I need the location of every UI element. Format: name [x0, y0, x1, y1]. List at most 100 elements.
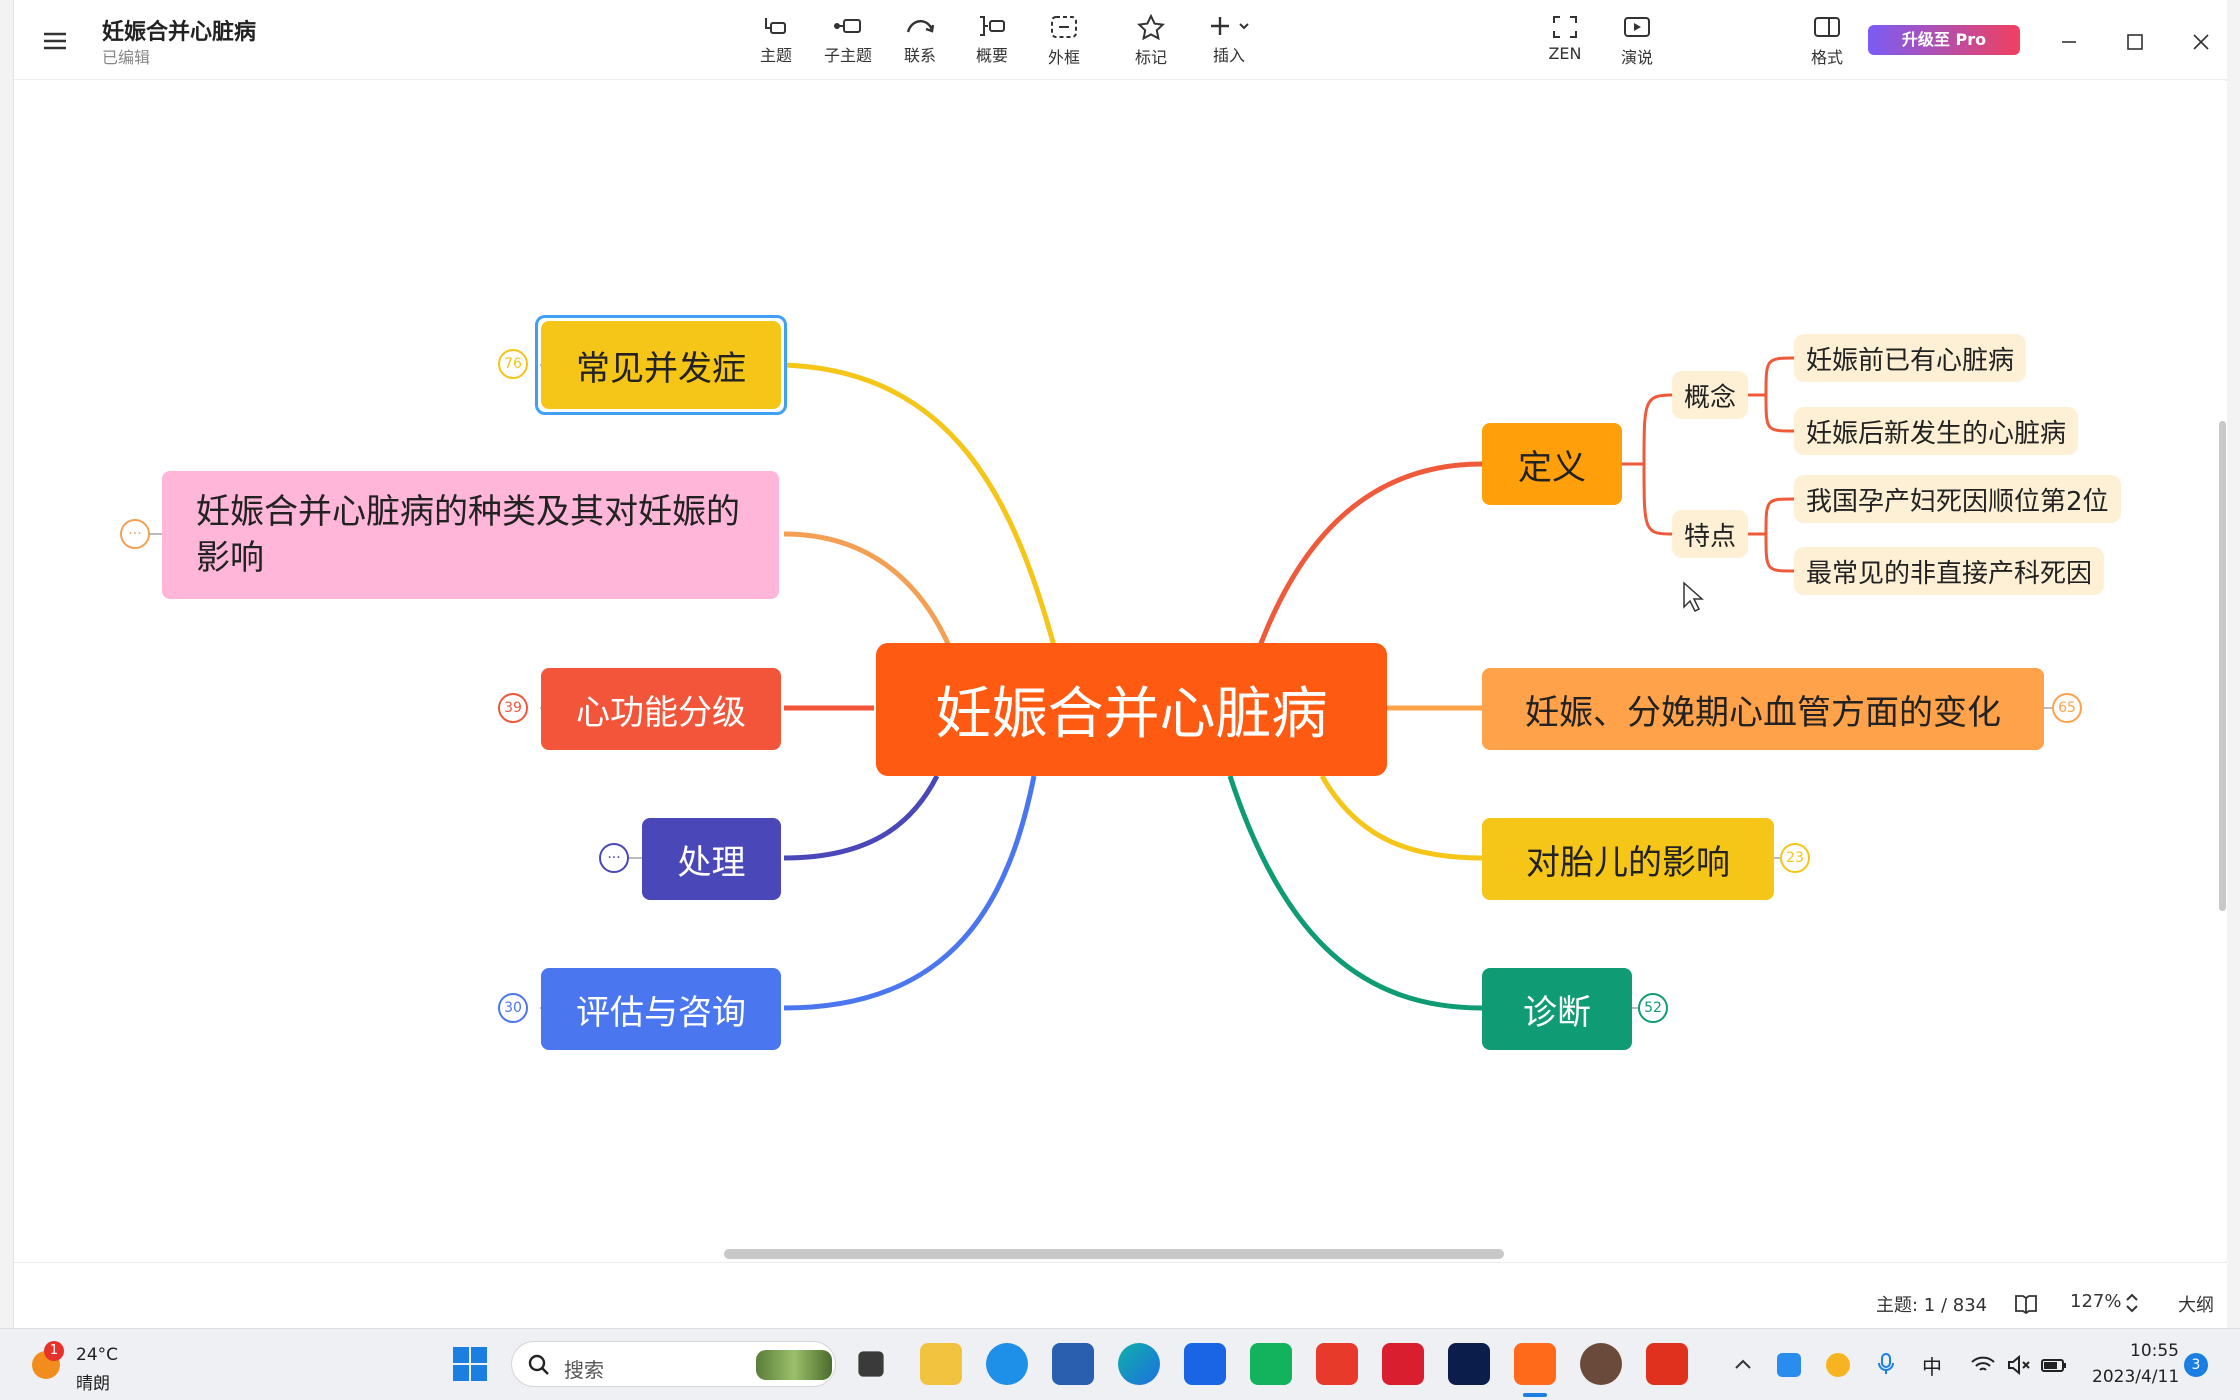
collapse-badge[interactable]: 23 [1780, 843, 1810, 873]
zoom-level[interactable]: 127% [2070, 1291, 2121, 1312]
start-button[interactable] [449, 1343, 491, 1385]
doc-title[interactable]: 妊娠合并心脏病 [102, 14, 256, 46]
notification-badge[interactable]: 3 [2184, 1353, 2208, 1377]
avatar[interactable] [1580, 1343, 1622, 1385]
collapse-badge[interactable]: 30 [498, 993, 528, 1023]
topic-label: 妊娠合并心脏病的种类及其对妊娠的影响 [196, 492, 740, 578]
expand-badge[interactable]: ··· [120, 519, 150, 549]
maximize-button[interactable] [2115, 22, 2155, 62]
leaf-topic[interactable]: 妊娠前已有心脏病 [1794, 334, 2027, 382]
subtopic-label: 概念 [1684, 382, 1737, 413]
topic-definition[interactable]: 定义 [1482, 423, 1622, 505]
hamburger-icon [44, 32, 66, 50]
file-explorer-icon[interactable] [920, 1343, 962, 1385]
collapse-badge[interactable]: 65 [2052, 693, 2082, 723]
zen-label: ZEN [1548, 44, 1582, 63]
toolbar: 妊娠合并心脏病 已编辑 主题 子主题 联系 概要 外框 标记 插入 ZEN 演说… [14, 0, 2227, 80]
weather-temp: 24°C [76, 1345, 119, 1365]
subtopic-label: 子主题 [823, 46, 872, 65]
topic-diagnosis[interactable]: 诊断 [1482, 968, 1632, 1050]
topic-counter: 主题: 1 / 834 [1876, 1295, 1988, 1316]
boundary-button[interactable]: 外框 [1029, 10, 1099, 72]
boundary-icon [1051, 16, 1077, 38]
microphone-icon[interactable] [1874, 1351, 1898, 1377]
topic-label: 处理 [677, 842, 746, 883]
outline-button[interactable]: 大纲 [2178, 1291, 2214, 1317]
ime-indicator[interactable]: 中 [1922, 1351, 1942, 1380]
qq-icon[interactable] [1826, 1353, 1850, 1377]
minimize-button[interactable] [2049, 22, 2089, 62]
edge-icon[interactable] [1118, 1343, 1160, 1385]
insert-button[interactable]: 插入 [1194, 10, 1264, 72]
relation-button[interactable]: 联系 [885, 10, 955, 72]
taskbar-search[interactable]: 搜索 [511, 1341, 836, 1387]
leaf-topic[interactable]: 妊娠后新发生的心脏病 [1794, 407, 2079, 455]
task-view-icon[interactable] [858, 1351, 884, 1377]
minimize-icon [2062, 41, 2076, 43]
topic-label: 主题 [759, 46, 792, 65]
maximize-icon [2127, 34, 2143, 50]
relation-label: 联系 [903, 46, 936, 65]
topic-types-and-effects[interactable]: 妊娠合并心脏病的种类及其对妊娠的影响 [162, 471, 779, 599]
wifi-icon[interactable] [1970, 1353, 1996, 1377]
topic-assessment-consultation[interactable]: 评估与咨询 [541, 968, 781, 1050]
music-icon[interactable] [1382, 1343, 1424, 1385]
xmind-icon[interactable] [1514, 1343, 1556, 1385]
subtopic-icon [834, 19, 861, 33]
browser-e-icon[interactable] [986, 1343, 1028, 1385]
close-button[interactable] [2181, 22, 2221, 62]
menu-button[interactable] [38, 24, 72, 58]
mindmap-canvas[interactable]: 妊娠合并心脏病 常见并发症 76 妊娠合并心脏病的种类及其对妊娠的影响 ··· … [14, 81, 2227, 1261]
marker-button[interactable]: 标记 [1116, 10, 1186, 72]
search-icon [528, 1354, 549, 1375]
photoshop-icon[interactable] [1448, 1343, 1490, 1385]
format-button[interactable]: 格式 [1792, 10, 1862, 72]
topic-cardiac-function-grading[interactable]: 心功能分级 [541, 668, 781, 750]
screen-recorder-icon[interactable] [1646, 1343, 1688, 1385]
vertical-scroll-thumb[interactable] [2219, 421, 2226, 911]
wps-icon[interactable] [1316, 1343, 1358, 1385]
leaf-topic[interactable]: 最常见的非直接产科死因 [1794, 547, 2105, 595]
battery-icon[interactable] [2040, 1353, 2068, 1377]
marker-label: 标记 [1134, 48, 1167, 67]
shopping-bag-icon[interactable] [1250, 1343, 1292, 1385]
zen-button[interactable]: ZEN [1530, 10, 1600, 72]
summary-button[interactable]: 概要 [957, 10, 1027, 72]
subtopic-features[interactable]: 特点 [1672, 510, 1749, 558]
lark-icon[interactable] [1184, 1343, 1226, 1385]
zoom-stepper-icon[interactable] [2124, 1291, 2140, 1315]
subtopic-label: 特点 [1684, 521, 1737, 552]
relation-icon [906, 20, 935, 33]
search-highlight-image [756, 1350, 832, 1380]
weather-widget[interactable]: 1 24°C 晴朗 [24, 1339, 134, 1394]
topic-button[interactable]: 主题 [741, 10, 811, 72]
status-bar: 主题: 1 / 834 127% 大纲 [14, 1262, 2227, 1328]
upgrade-pro-button[interactable]: 升级至 Pro [1868, 25, 2020, 55]
topic-cardiovascular-changes[interactable]: 妊娠、分娩期心血管方面的变化 [1482, 668, 2044, 750]
store-icon[interactable] [1052, 1343, 1094, 1385]
vertical-scrollbar[interactable] [2218, 81, 2227, 1261]
collapse-badge[interactable]: 76 [498, 349, 528, 379]
subtopic-concept[interactable]: 概念 [1672, 371, 1749, 419]
central-topic-label: 妊娠合并心脏病 [935, 682, 1328, 747]
tray-app-icon[interactable] [1777, 1353, 1801, 1377]
central-topic[interactable]: 妊娠合并心脏病 [876, 643, 1387, 776]
topic-fetal-effects[interactable]: 对胎儿的影响 [1482, 818, 1774, 900]
topic-label: 常见并发症 [576, 348, 746, 389]
present-button[interactable]: 演说 [1602, 10, 1672, 72]
expand-badge[interactable]: ··· [599, 843, 629, 873]
book-icon[interactable] [2014, 1293, 2038, 1315]
topic-common-complications[interactable]: 常见并发症 [541, 321, 781, 409]
taskbar: 1 24°C 晴朗 搜索 中 10:55 2023/4/11 3 [0, 1328, 2240, 1400]
chevron-up-icon[interactable] [1731, 1353, 1755, 1377]
leaf-topic[interactable]: 我国孕产妇死因顺位第2位 [1794, 475, 2121, 523]
clock-date[interactable]: 2023/4/11 [2092, 1367, 2179, 1387]
clock-time[interactable]: 10:55 [2130, 1341, 2179, 1361]
subtopic-button[interactable]: 子主题 [813, 10, 883, 72]
collapse-badge[interactable]: 52 [1638, 993, 1668, 1023]
doc-status: 已编辑 [102, 48, 151, 67]
topic-treatment[interactable]: 处理 [642, 818, 781, 900]
horizontal-scroll-thumb[interactable] [724, 1249, 1504, 1259]
volume-muted-icon[interactable] [2006, 1353, 2032, 1377]
collapse-badge[interactable]: 39 [498, 693, 528, 723]
